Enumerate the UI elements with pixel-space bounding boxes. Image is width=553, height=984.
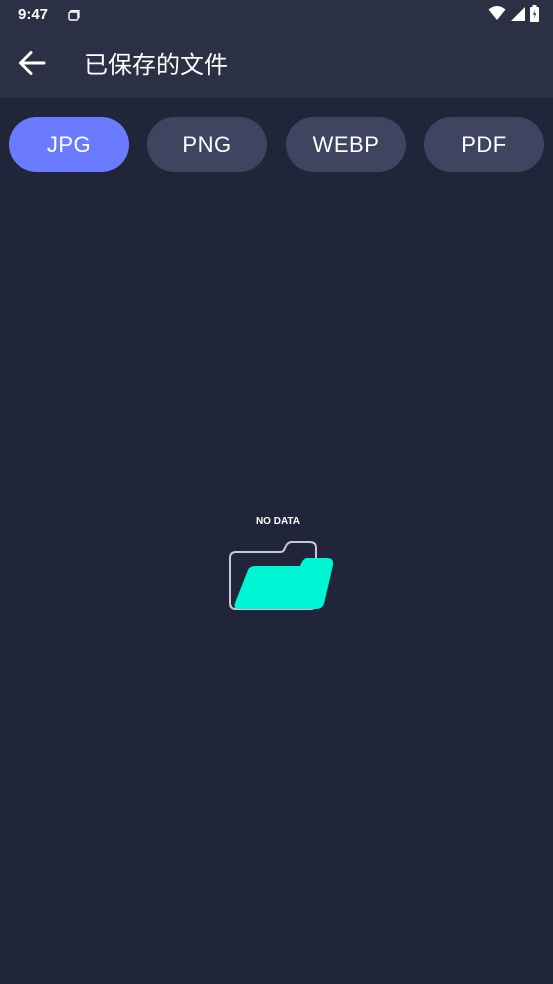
wifi-icon xyxy=(488,5,506,25)
tab-png[interactable]: PNG xyxy=(147,117,267,172)
page-title: 已保存的文件 xyxy=(84,51,228,79)
arrow-left-icon xyxy=(17,50,47,80)
empty-state-text: NO DATA xyxy=(255,516,301,527)
status-icons xyxy=(488,4,539,26)
format-tabs: JPG PNG WEBP PDF xyxy=(0,117,553,173)
folder-icon xyxy=(226,538,334,616)
status-bar: 9:47 xyxy=(0,0,553,32)
tab-webp[interactable]: WEBP xyxy=(286,117,406,172)
empty-state: NO DATA xyxy=(222,512,338,616)
status-time: 9:47 xyxy=(18,6,49,23)
app-bar: 已保存的文件 xyxy=(0,32,553,98)
notification-icon xyxy=(66,8,82,24)
back-button[interactable] xyxy=(14,48,50,82)
signal-icon xyxy=(511,6,525,25)
tab-pdf[interactable]: PDF xyxy=(424,117,544,172)
tab-jpg[interactable]: JPG xyxy=(9,117,129,172)
battery-icon xyxy=(530,4,539,26)
